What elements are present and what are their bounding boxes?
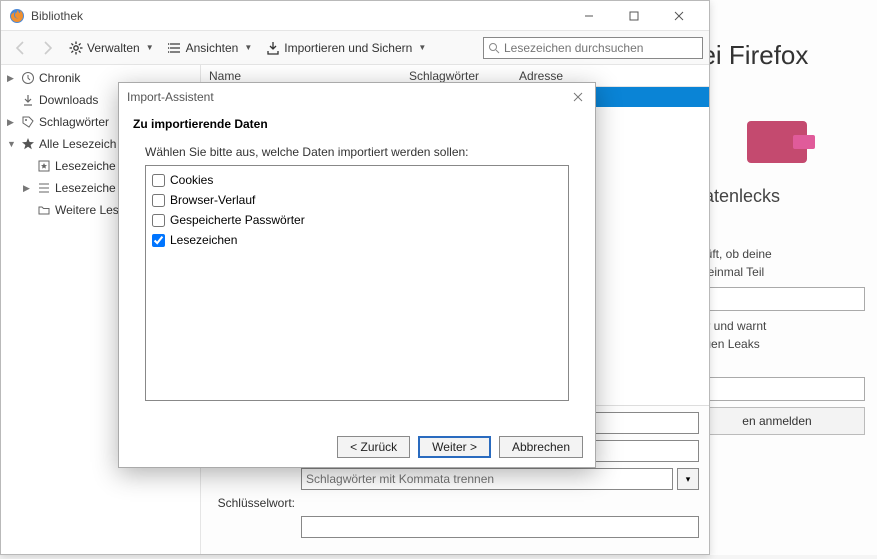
star-icon [20, 137, 36, 151]
sidebar-item-label: Lesezeiche [55, 159, 116, 173]
search-icon [488, 42, 500, 54]
wizard-heading: Zu importierende Daten [133, 117, 268, 131]
toolbar: Verwalten▼ Ansichten▼ Importieren und Si… [1, 31, 709, 65]
titlebar: Bibliothek [1, 1, 709, 31]
wizard-instruction: Wählen Sie bitte aus, welche Daten impor… [145, 145, 569, 159]
sidebar-item-label: Downloads [39, 93, 98, 107]
detail-keyword-field[interactable] [301, 516, 699, 538]
option-label: Cookies [170, 173, 213, 187]
option-history[interactable]: Browser-Verlauf [152, 190, 562, 210]
close-button[interactable] [656, 1, 701, 31]
download-icon [20, 93, 36, 107]
wizard-footer: < Zurück Weiter > Abbrechen [119, 427, 595, 467]
search-input[interactable] [483, 37, 703, 59]
minimize-button[interactable] [566, 1, 611, 31]
views-menu[interactable]: Ansichten▼ [162, 38, 259, 58]
checkbox[interactable] [152, 214, 165, 227]
chevron-right-icon: ▶ [7, 73, 17, 84]
option-cookies[interactable]: Cookies [152, 170, 562, 190]
chevron-down-icon: ▾ [686, 474, 691, 485]
maximize-button[interactable] [611, 1, 656, 31]
checkbox[interactable] [152, 234, 165, 247]
import-icon [266, 41, 280, 55]
folder-icon [36, 203, 52, 217]
firefox-icon [9, 8, 25, 24]
chevron-right-icon: ▶ [23, 183, 33, 194]
field-2[interactable] [689, 377, 865, 401]
nav-forward-button[interactable] [35, 35, 61, 61]
email-field[interactable] [689, 287, 865, 311]
signin-button[interactable]: en anmelden [689, 407, 865, 435]
sidebar-item-label: Chronik [39, 71, 80, 85]
checkbox[interactable] [152, 194, 165, 207]
wizard-title: Import-Assistent [127, 90, 214, 104]
checkbox[interactable] [152, 174, 165, 187]
col-addr[interactable]: Adresse [511, 69, 709, 83]
sidebar-item-label: Lesezeiche [55, 181, 116, 195]
import-options-list: Cookies Browser-Verlauf Gespeicherte Pas… [145, 165, 569, 401]
option-bookmarks[interactable]: Lesezeichen [152, 230, 562, 250]
wizard-close-button[interactable] [569, 92, 587, 102]
window-title: Bibliothek [31, 9, 566, 23]
wizard-header: Zu importierende Daten [119, 111, 595, 141]
keyword-label: Schlüsselwort: [211, 496, 301, 510]
gear-icon [69, 41, 83, 55]
next-button[interactable]: Weiter > [418, 436, 491, 458]
back-button[interactable]: < Zurück [337, 436, 410, 458]
bookmark-menu-icon [36, 181, 52, 195]
nav-back-button[interactable] [7, 35, 33, 61]
sidebar-item-label: Alle Lesezeich [39, 137, 116, 151]
option-label: Gespeicherte Passwörter [170, 213, 305, 227]
import-wizard-dialog: Import-Assistent Zu importierende Daten … [118, 82, 596, 468]
wizard-body: Wählen Sie bitte aus, welche Daten impor… [119, 141, 595, 427]
tags-dropdown-button[interactable]: ▾ [677, 468, 699, 490]
sidebar-item-label: Schlagwörter [39, 115, 109, 129]
option-label: Browser-Verlauf [170, 193, 255, 207]
monitor-tile-icon [747, 121, 807, 163]
cancel-button[interactable]: Abbrechen [499, 436, 583, 458]
col-name[interactable]: Name [201, 69, 401, 83]
detail-tags-field[interactable] [301, 468, 673, 490]
sidebar-item-label: Weitere Les [55, 203, 119, 217]
list-icon [168, 41, 182, 55]
col-tags[interactable]: Schlagwörter [401, 69, 511, 83]
bookmark-toolbar-icon [36, 159, 52, 173]
option-passwords[interactable]: Gespeicherte Passwörter [152, 210, 562, 230]
clock-icon [20, 71, 36, 85]
tag-icon [20, 115, 36, 129]
wizard-titlebar: Import-Assistent [119, 83, 595, 111]
option-label: Lesezeichen [170, 233, 237, 247]
chevron-right-icon: ▶ [7, 117, 17, 128]
organize-menu[interactable]: Verwalten▼ [63, 38, 160, 58]
search-field[interactable] [504, 41, 698, 55]
chevron-down-icon: ▼ [7, 139, 17, 149]
import-menu[interactable]: Importieren und Sichern▼ [260, 38, 432, 58]
